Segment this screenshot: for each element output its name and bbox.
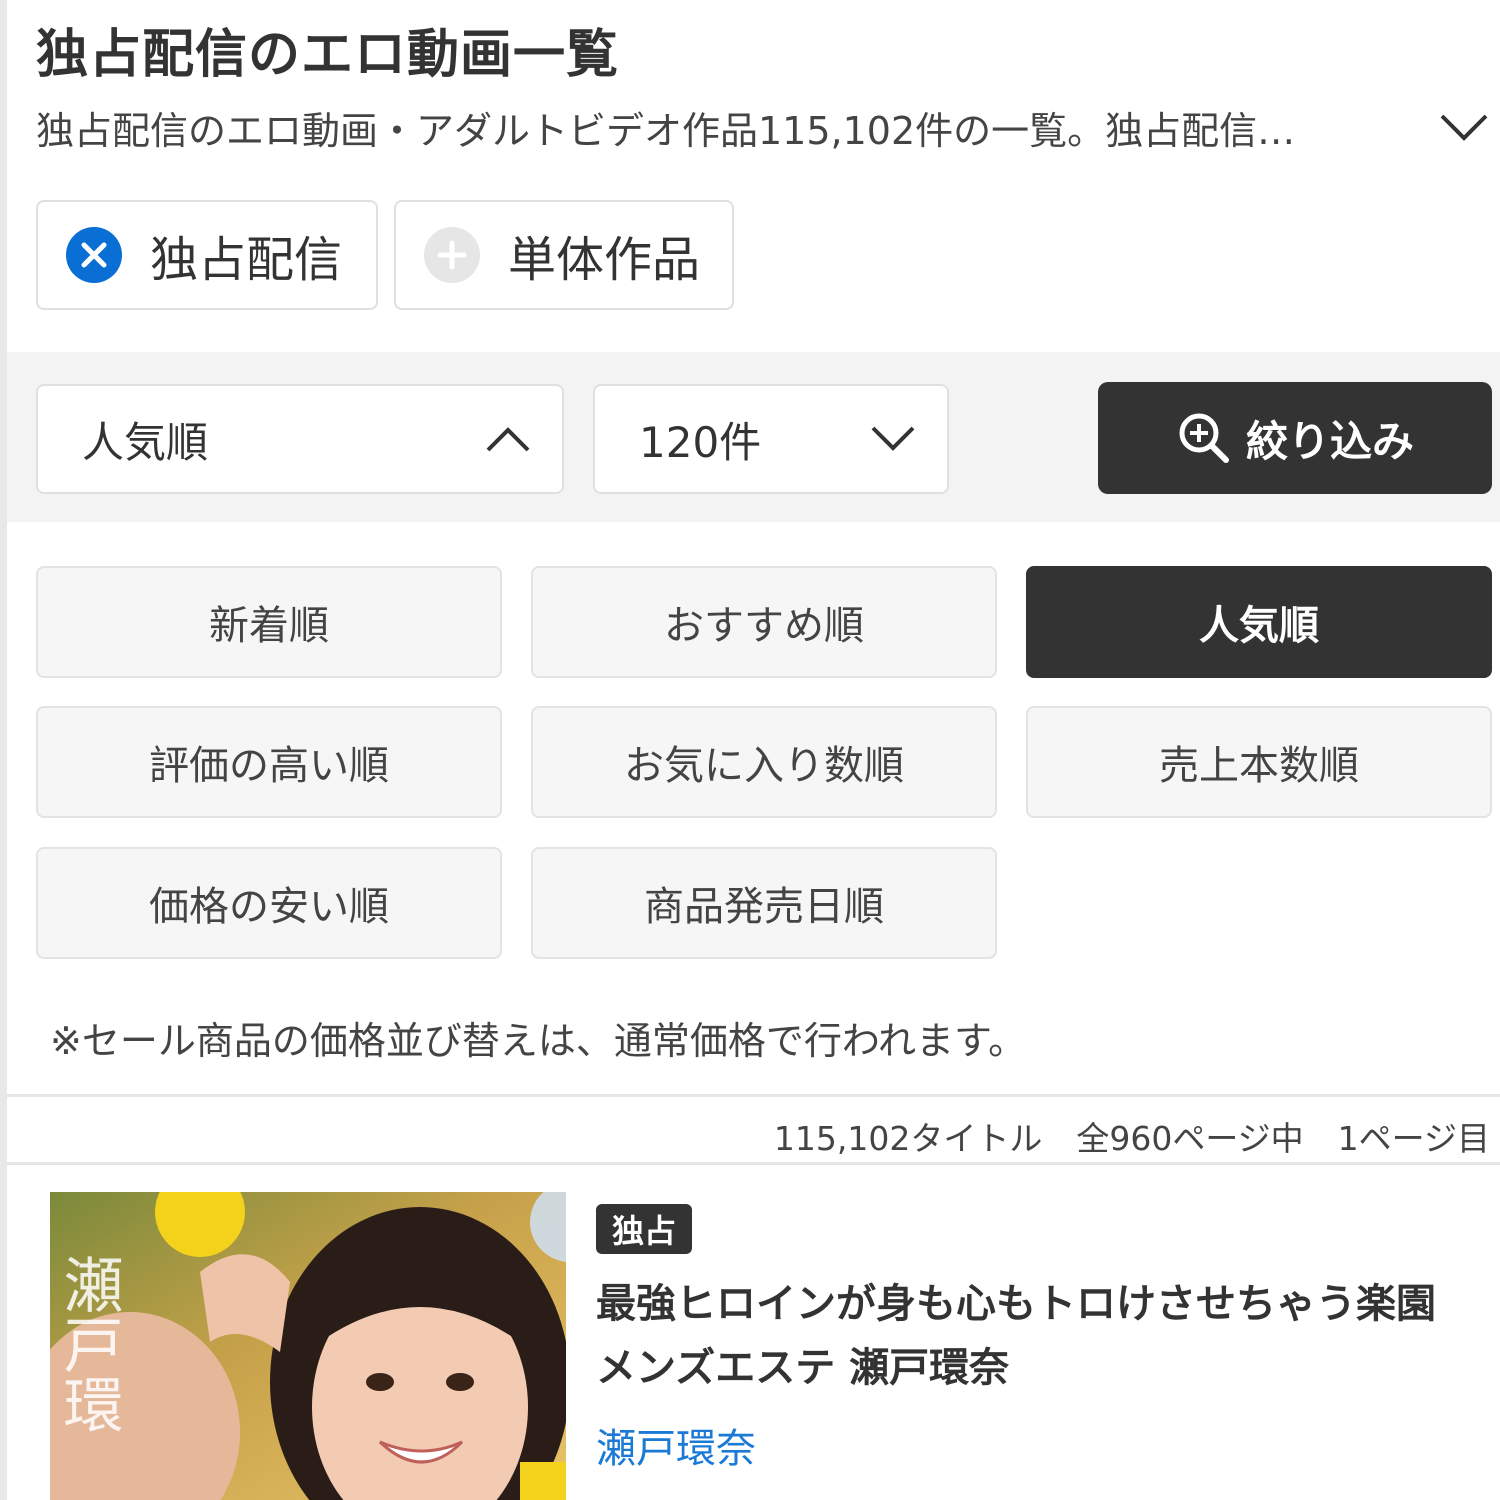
filter-chip-label: 単体作品	[508, 232, 701, 288]
per-page-select-value: 120件	[639, 417, 762, 467]
description-expand-button[interactable]	[1436, 104, 1492, 148]
chevron-down-icon	[1440, 114, 1488, 141]
filter-chip-solo-work[interactable]: 単体作品	[394, 200, 734, 310]
result-total: 115,102タイトル	[773, 1119, 1043, 1158]
result-pages: 全960ページ中	[1076, 1119, 1304, 1158]
divider	[7, 1162, 1500, 1165]
chevron-down-icon	[871, 426, 915, 451]
per-page-select[interactable]: 120件	[593, 384, 949, 494]
sort-option-top-rated[interactable]: 評価の高い順	[36, 706, 502, 818]
item-title-link[interactable]: 最強ヒロインが身も心もトロけさせちゃう楽園メンズエステ 瀬戸環奈	[596, 1272, 1456, 1400]
item-thumbnail[interactable]: 瀬戸環	[50, 1192, 566, 1500]
left-rail	[0, 0, 7, 1500]
filter-chip-exclusive[interactable]: 独占配信	[36, 200, 378, 310]
sort-select-value: 人気順	[82, 417, 209, 467]
sort-option-lowest-price[interactable]: 価格の安い順	[36, 847, 502, 959]
sale-price-note: ※セール商品の価格並び替えは、通常価格で行われます。	[50, 1019, 1027, 1063]
plus-icon	[424, 227, 480, 283]
sort-option-recommended[interactable]: おすすめ順	[531, 566, 997, 678]
sort-select[interactable]: 人気順	[36, 384, 564, 494]
sort-option-sales[interactable]: 売上本数順	[1026, 706, 1492, 818]
sort-option-favorites[interactable]: お気に入り数順	[531, 706, 997, 818]
exclusive-badge: 独占	[596, 1204, 692, 1254]
divider	[7, 1094, 1500, 1097]
close-icon[interactable]	[66, 227, 122, 283]
thumbnail-text: 瀬戸環	[53, 1254, 123, 1434]
sort-option-popular[interactable]: 人気順	[1026, 566, 1492, 678]
zoom-in-icon	[1179, 413, 1229, 463]
filter-button-label: 絞り込み	[1245, 416, 1414, 466]
filter-button[interactable]: 絞り込み	[1098, 382, 1492, 494]
page-description: 独占配信のエロ動画・アダルトビデオ作品115,102件の一覧。独占配信…	[36, 109, 1296, 153]
sort-option-release-date[interactable]: 商品発売日順	[531, 847, 997, 959]
actress-link[interactable]: 瀬戸環奈	[596, 1416, 756, 1474]
result-current-page: 1ページ目	[1337, 1119, 1490, 1158]
filter-chip-label: 独占配信	[150, 232, 343, 288]
chevron-up-icon	[486, 427, 530, 452]
result-count: 115,102タイトル 全960ページ中 1ページ目	[740, 1112, 1490, 1160]
page-title: 独占配信のエロ動画一覧	[36, 25, 620, 85]
sort-option-newest[interactable]: 新着順	[36, 566, 502, 678]
